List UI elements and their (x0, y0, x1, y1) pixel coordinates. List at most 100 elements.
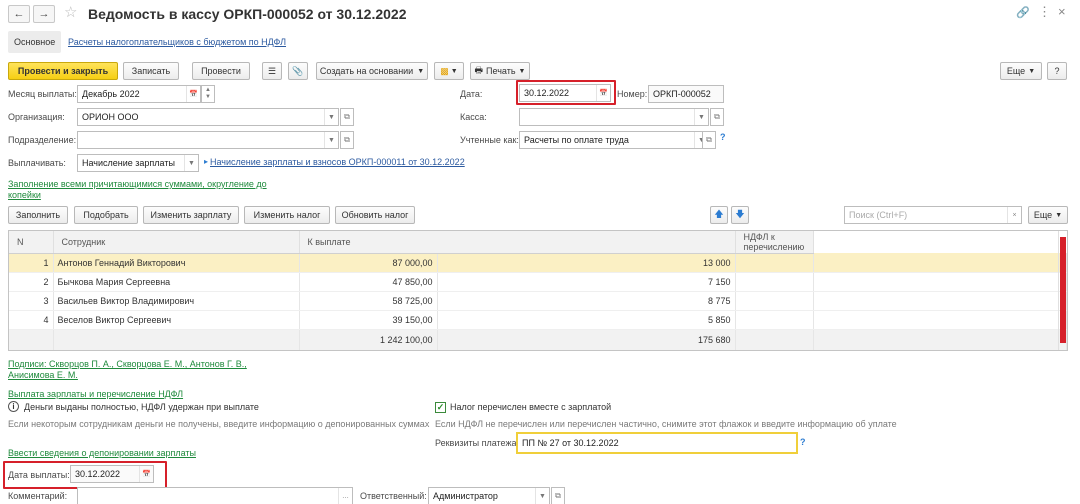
help-icon[interactable]: ? (800, 437, 806, 447)
table-header: N Сотрудник К выплате НДФЛ к перечислени… (9, 231, 1067, 254)
move-down-button[interactable]: 🡇 (731, 206, 749, 224)
more-button[interactable]: Еще ▼ (1000, 62, 1042, 80)
org-open-button[interactable]: ⧉ (340, 108, 354, 126)
calendar-icon[interactable]: 📅 (139, 466, 153, 482)
kassa-open-button[interactable]: ⧉ (710, 108, 724, 126)
pay-doc-link[interactable]: Начисление зарплаты и взносов ОРКП-00001… (210, 157, 465, 167)
accounted-field[interactable]: Расчеты по оплате труда▼ (519, 131, 709, 149)
row-employee: Веселов Виктор Сергеевич (53, 310, 300, 330)
employees-table[interactable]: N Сотрудник К выплате НДФЛ к перечислени… (8, 230, 1068, 351)
responsible-open-button[interactable]: ⧉ (551, 487, 565, 504)
payment-section-link[interactable]: Выплата зарплаты и перечисление НДФЛ (8, 389, 183, 399)
chevron-down-icon[interactable]: ▼ (184, 155, 198, 171)
responsible-field[interactable]: Администратор ▼ (428, 487, 550, 504)
division-label: Подразделение: (8, 135, 77, 145)
create-based-on-button[interactable]: Создать на основании ▼ (316, 62, 428, 80)
move-up-button[interactable]: 🡅 (710, 206, 728, 224)
tax-paid-checkbox[interactable]: ✓ (435, 402, 446, 413)
row-n: 4 (9, 310, 54, 330)
chevron-down-icon[interactable]: ▼ (324, 109, 338, 125)
comment-label: Комментарий: (8, 491, 68, 501)
open-icon: ⧉ (344, 135, 350, 144)
tab-main[interactable]: Основное (8, 31, 62, 53)
update-tax-button[interactable]: Обновить налог (335, 206, 415, 224)
table-row[interactable]: 4 Веселов Виктор Сергеевич 39 150,00 5 8… (9, 310, 1067, 330)
row-n: 2 (9, 272, 54, 292)
attach-button[interactable]: 📎 (288, 62, 308, 80)
play-icon: ▸ (204, 157, 209, 166)
related-docs-button[interactable]: ▩ ▼ (434, 62, 464, 80)
kassa-field[interactable]: ▼ (519, 108, 709, 126)
col-amount[interactable]: К выплате (299, 231, 736, 254)
deposit-link[interactable]: Ввести сведения о депонировании зарплаты (8, 448, 196, 458)
change-tax-button[interactable]: Изменить налог (244, 206, 330, 224)
division-open-button[interactable]: ⧉ (340, 131, 354, 149)
table-row[interactable]: 3 Васильев Виктор Владимирович 58 725,00… (9, 291, 1067, 311)
row-n: 1 (9, 253, 54, 273)
close-icon[interactable]: × (1058, 4, 1066, 19)
table-row[interactable]: 2 Бычкова Мария Сергеевна 47 850,00 7 15… (9, 272, 1067, 292)
help-button[interactable]: ? (1047, 62, 1067, 80)
chevron-down-icon[interactable]: ▼ (694, 109, 708, 125)
print-button[interactable]: 🖶 Печать ▼ (470, 62, 530, 80)
number-field[interactable]: ОРКП-000052 (648, 85, 724, 103)
post-button[interactable]: Провести (192, 62, 250, 80)
kassa-label: Касса: (460, 112, 487, 122)
change-salary-button[interactable]: Изменить зарплату (143, 206, 239, 224)
search-input[interactable]: Поиск (Ctrl+F) × (844, 206, 1022, 224)
calendar-icon[interactable]: 📅 (186, 86, 200, 102)
fill-mode-link[interactable]: Заполнение всеми причитающимися суммами,… (8, 179, 270, 201)
accounted-value: Расчеты по оплате труда (524, 135, 629, 145)
chevron-up-icon[interactable]: ▲ (205, 87, 211, 94)
post-and-close-button[interactable]: Провести и закрыть (8, 62, 118, 80)
col-ndfl[interactable]: НДФЛ к перечислению (735, 231, 814, 254)
chevron-down-icon[interactable]: ▼ (324, 132, 338, 148)
col-n[interactable]: N (9, 231, 54, 254)
row-n: 3 (9, 291, 54, 311)
open-icon: ⧉ (714, 112, 720, 121)
save-button[interactable]: Записать (123, 62, 179, 80)
comment-field[interactable]: … (77, 487, 353, 504)
signatures-link-1[interactable]: Подписи: Скворцов П. А., Скворцова Е. М.… (8, 359, 247, 369)
table-scrollbar[interactable] (1058, 231, 1067, 350)
forward-button[interactable]: → (33, 5, 55, 23)
month-stepper[interactable]: ▲ ▼ (201, 85, 215, 103)
grid-more-button[interactable]: Еще ▼ (1028, 206, 1068, 224)
accounted-label: Учтенные как: (460, 135, 519, 145)
chevron-down-icon: ▼ (1055, 211, 1063, 219)
clear-icon[interactable]: × (1007, 207, 1021, 223)
month-field[interactable]: Декабрь 2022 📅 (77, 85, 201, 103)
select-button[interactable]: Подобрать (74, 206, 138, 224)
ellipsis-icon[interactable]: … (338, 488, 352, 504)
tab-ndfl-settlements[interactable]: Расчеты налогоплательщиков с бюджетом по… (62, 31, 292, 53)
document-list-button[interactable]: ☰ (262, 62, 282, 80)
star-icon[interactable]: ☆ (64, 3, 77, 21)
division-field[interactable]: ▼ (77, 131, 339, 149)
help-icon[interactable]: ? (720, 132, 726, 142)
menu-dots-icon[interactable]: ⋮ (1038, 4, 1051, 20)
signatures-link-2[interactable]: Анисимова Е. М. (8, 370, 78, 380)
arrow-down-icon: 🡇 (735, 209, 745, 219)
pay-select[interactable]: Начисление зарплаты ▼ (77, 154, 199, 172)
payment-details-field[interactable]: ПП № 27 от 30.12.2022 (516, 432, 798, 454)
paid-info-text: Деньги выданы полностью, НДФЛ удержан пр… (24, 402, 259, 412)
documents-icon: ▩ (440, 65, 449, 76)
calendar-icon[interactable]: 📅 (596, 85, 610, 101)
chevron-down-icon[interactable]: ▼ (205, 94, 211, 101)
chevron-down-icon[interactable]: ▼ (535, 488, 549, 504)
org-field[interactable]: ОРИОН ООО ▼ (77, 108, 339, 126)
back-button[interactable]: ← (8, 5, 30, 23)
printer-icon: 🖶 (474, 65, 484, 75)
table-row[interactable]: 1 Антонов Геннадий Викторович 87 000,00 … (9, 253, 1067, 273)
row-employee: Васильев Виктор Владимирович (53, 291, 300, 311)
print-label: Печать (486, 66, 516, 76)
date-field[interactable]: 30.12.2022 📅 (519, 84, 611, 102)
scrollbar-thumb[interactable] (1060, 237, 1066, 343)
chevron-down-icon: ▼ (450, 67, 458, 75)
col-employee[interactable]: Сотрудник (53, 231, 300, 254)
tax-paid-label: Налог перечислен вместе с зарплатой (450, 402, 612, 412)
link-icon[interactable]: 🔗 (1016, 6, 1030, 19)
accounted-open-button[interactable]: ⧉ (702, 131, 716, 149)
pay-date-field[interactable]: 30.12.2022 📅 (70, 465, 154, 483)
fill-button[interactable]: Заполнить (8, 206, 68, 224)
